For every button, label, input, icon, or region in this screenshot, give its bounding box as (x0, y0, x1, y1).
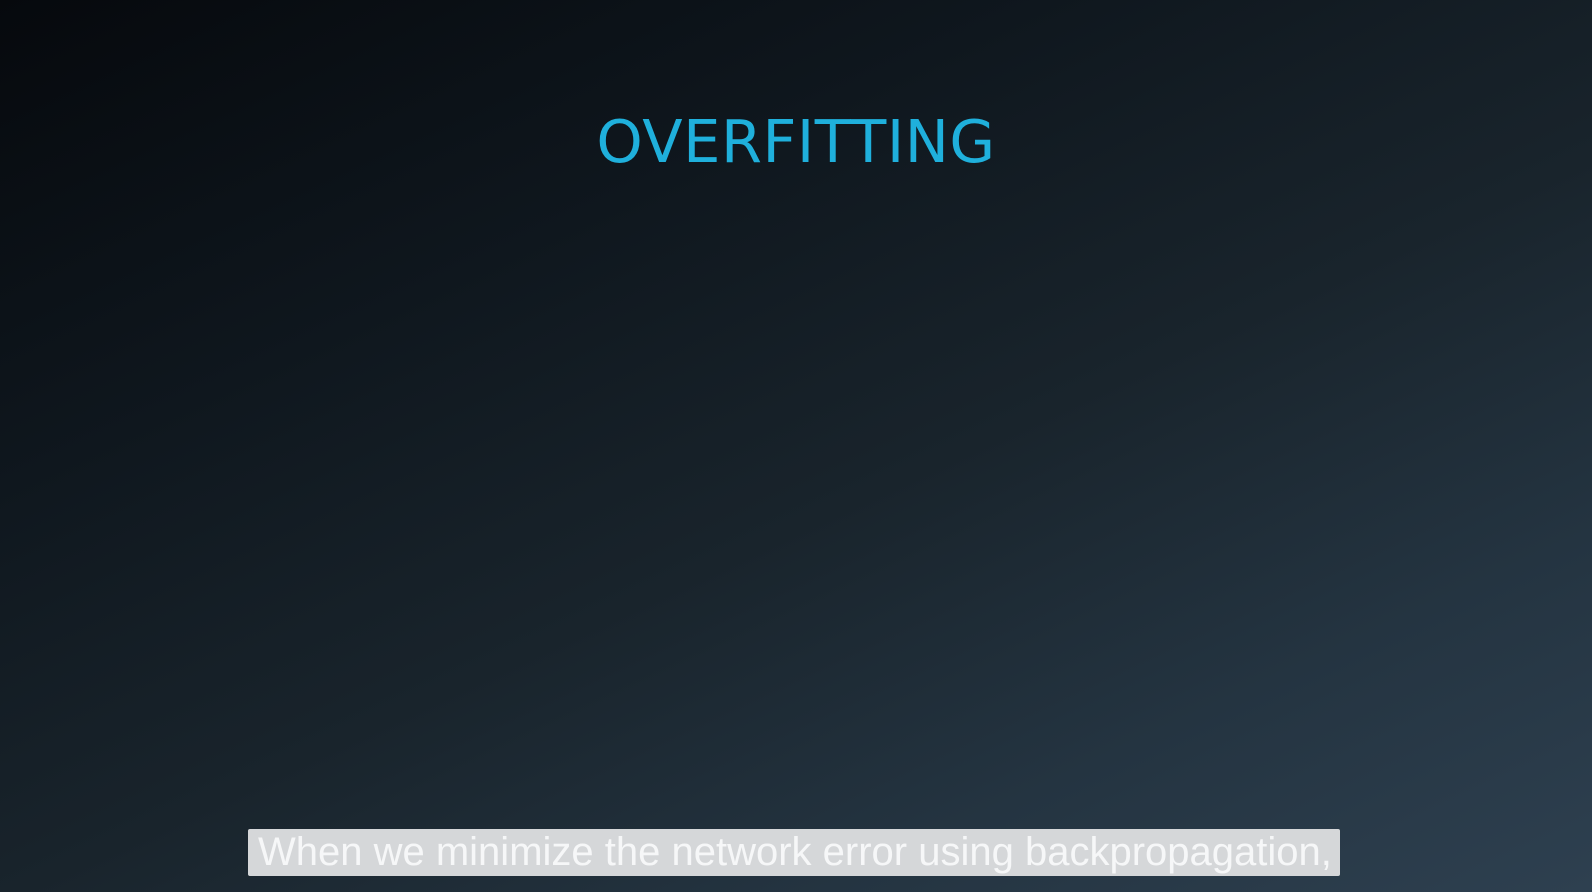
subtitle-caption: When we minimize the network error using… (248, 829, 1340, 876)
subtitle-caption-text: When we minimize the network error using… (258, 830, 1332, 874)
presentation-slide: OVERFITTING When we minimize the network… (0, 0, 1592, 892)
slide-title: OVERFITTING (596, 107, 996, 176)
